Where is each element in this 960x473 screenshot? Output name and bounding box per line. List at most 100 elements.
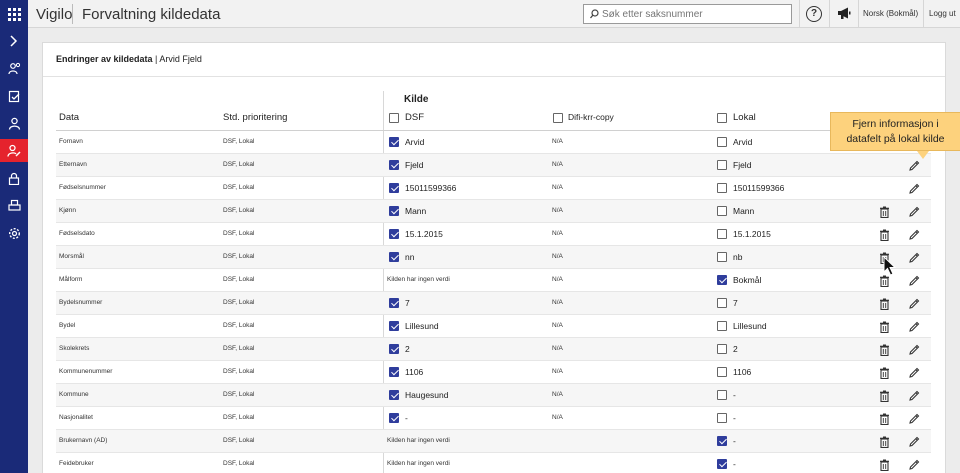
lokal-value: - (733, 459, 736, 469)
mouse-cursor-icon (883, 256, 897, 276)
edit-pencil-icon[interactable] (908, 182, 920, 194)
trash-icon[interactable] (879, 435, 891, 449)
edit-pencil-icon[interactable] (908, 274, 920, 286)
dsf-value: nn (405, 252, 415, 262)
edit-pencil-icon[interactable] (908, 389, 920, 401)
select-all-dsf-checkbox[interactable] (389, 113, 399, 123)
lokal-value: - (733, 413, 736, 423)
dsf-checkbox[interactable] (389, 229, 399, 239)
lokal-checkbox[interactable] (717, 390, 727, 400)
table-row: Etternavn DSF, Lokal Fjeld N/A Fjeld (56, 154, 931, 177)
table-row: Kjønn DSF, Lokal Mann N/A Mann (56, 200, 931, 223)
lokal-checkbox[interactable] (717, 252, 727, 262)
priority-value: DSF, Lokal (223, 322, 255, 329)
sidebar-item-settings[interactable] (0, 222, 28, 245)
search-input[interactable] (602, 6, 787, 22)
lokal-checkbox[interactable] (717, 436, 727, 446)
lokal-value: - (733, 390, 736, 400)
dsf-checkbox[interactable] (389, 321, 399, 331)
lokal-value: Mann (733, 206, 755, 216)
edit-pencil-icon[interactable] (908, 251, 920, 263)
dsf-checkbox[interactable] (389, 252, 399, 262)
sidebar-item-person-edit[interactable] (0, 139, 28, 162)
edit-pencil-icon[interactable] (908, 205, 920, 217)
logout-link[interactable]: Logg ut (929, 9, 956, 18)
edit-pencil-icon[interactable] (908, 159, 920, 171)
select-all-difi-checkbox[interactable] (553, 113, 563, 123)
sidebar-item-person[interactable] (0, 112, 28, 135)
dsf-checkbox[interactable] (389, 137, 399, 147)
table-row: Feidebruker DSF, Lokal Kilden har ingen ve… (56, 453, 931, 473)
gear-icon (8, 227, 20, 240)
trash-icon[interactable] (879, 297, 891, 311)
search-icon (590, 9, 599, 19)
priority-value: DSF, Lokal (223, 414, 255, 421)
trash-icon[interactable] (879, 366, 891, 380)
lokal-value: 2 (733, 344, 738, 354)
lokal-checkbox[interactable] (717, 298, 727, 308)
dsf-checkbox[interactable] (389, 390, 399, 400)
dsf-value: - (405, 413, 408, 423)
edit-pencil-icon[interactable] (908, 343, 920, 355)
search-box[interactable] (583, 4, 792, 24)
lokal-checkbox[interactable] (717, 275, 727, 285)
lokal-checkbox[interactable] (717, 229, 727, 239)
trash-icon[interactable] (879, 412, 891, 426)
edit-pencil-icon[interactable] (908, 458, 920, 470)
trash-icon[interactable] (879, 458, 891, 472)
megaphone-icon[interactable] (837, 7, 851, 20)
sidebar-item-report[interactable] (0, 85, 28, 108)
select-all-lokal-checkbox[interactable] (717, 113, 727, 123)
help-button[interactable]: ? (806, 6, 822, 22)
lokal-checkbox[interactable] (717, 459, 727, 469)
language-selector[interactable]: Norsk (Bokmål) (863, 9, 918, 18)
edit-pencil-icon[interactable] (908, 228, 920, 240)
person-icon (8, 117, 20, 130)
sidebar-item-printer[interactable] (0, 194, 28, 217)
tooltip: Fjern informasjon i datafelt på lokal ki… (830, 112, 960, 159)
dsf-value: Kilden har ingen verdi (387, 276, 450, 283)
trash-icon[interactable] (879, 320, 891, 334)
dsf-checkbox[interactable] (389, 160, 399, 170)
lokal-checkbox[interactable] (717, 160, 727, 170)
sidebar-item-lock[interactable] (0, 167, 28, 190)
lokal-checkbox[interactable] (717, 137, 727, 147)
grid-icon (7, 7, 21, 21)
dsf-checkbox[interactable] (389, 367, 399, 377)
dsf-checkbox[interactable] (389, 413, 399, 423)
lokal-checkbox[interactable] (717, 183, 727, 193)
edit-pencil-icon[interactable] (908, 366, 920, 378)
app-grid-button[interactable] (0, 0, 28, 28)
column-header-data: Data (59, 112, 80, 123)
column-header-difi: Difi-krr-copy (568, 112, 614, 122)
dsf-checkbox[interactable] (389, 206, 399, 216)
trash-icon[interactable] (879, 228, 891, 242)
dsf-checkbox[interactable] (389, 344, 399, 354)
edit-pencil-icon[interactable] (908, 435, 920, 447)
sidebar-item-person-search[interactable] (0, 57, 28, 80)
trash-icon[interactable] (879, 205, 891, 219)
lokal-checkbox[interactable] (717, 344, 727, 354)
difi-value: N/A (552, 207, 563, 214)
difi-value: N/A (552, 345, 563, 352)
table-row: Nasjonalitet DSF, Lokal - N/A - (56, 407, 931, 430)
lokal-value: Fjeld (733, 160, 752, 170)
lokal-checkbox[interactable] (717, 206, 727, 216)
edit-pencil-icon[interactable] (908, 320, 920, 332)
dsf-checkbox[interactable] (389, 183, 399, 193)
field-name: Målform (59, 276, 83, 283)
dsf-checkbox[interactable] (389, 298, 399, 308)
lokal-checkbox[interactable] (717, 413, 727, 423)
edit-pencil-icon[interactable] (908, 297, 920, 309)
trash-icon[interactable] (879, 343, 891, 357)
lokal-value: nb (733, 252, 743, 262)
table-row: Kommune DSF, Lokal Haugesund N/A - (56, 384, 931, 407)
table-row: Bydelsnummer DSF, Lokal 7 N/A 7 (56, 292, 931, 315)
page-title: Endringer av kildedata | Arvid Fjeld (56, 54, 202, 64)
lokal-checkbox[interactable] (717, 367, 727, 377)
sidebar-item-expand[interactable] (0, 29, 28, 52)
lokal-checkbox[interactable] (717, 321, 727, 331)
difi-value: N/A (552, 138, 563, 145)
edit-pencil-icon[interactable] (908, 412, 920, 424)
trash-icon[interactable] (879, 389, 891, 403)
